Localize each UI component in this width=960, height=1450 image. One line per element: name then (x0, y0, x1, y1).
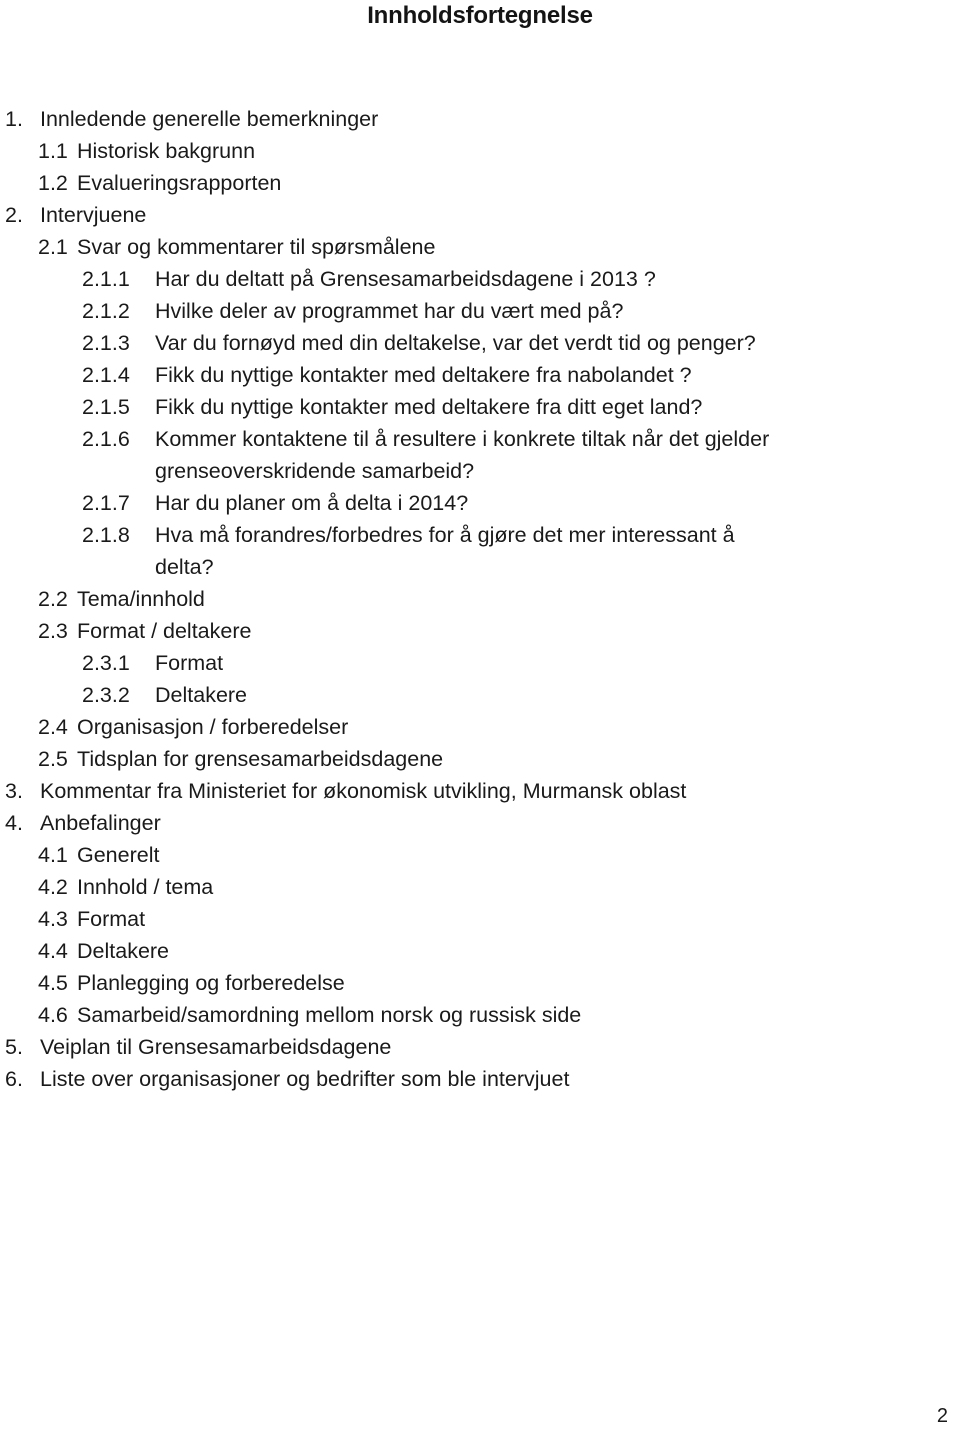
toc-entry-number: 2.1.5 (82, 395, 130, 419)
toc-entry[interactable]: 1.1 Historisk bakgrunn (0, 135, 960, 167)
toc-entry-number: 2.3.2 (82, 683, 130, 707)
toc-entry-label: Anbefalinger (40, 811, 161, 835)
toc-entry[interactable]: 2.4 Organisasjon / forberedelser (0, 711, 960, 743)
toc-entry-label: Tidsplan for grensesamarbeidsdagene (77, 747, 444, 771)
toc-entry[interactable]: 2.1.5 Fikk du nyttige kontakter med delta… (0, 391, 960, 423)
toc-entry[interactable]: 2.1.1 Har du deltatt på Grensesamarbeidsd… (0, 263, 960, 295)
toc-entry[interactable]: 4.2 Innhold / tema (0, 871, 960, 903)
toc-entry-label: Har du deltatt på Grensesamarbeidsdagene… (155, 267, 656, 291)
toc-entry-label: Var du fornøyd med din deltakelse, var d… (155, 331, 756, 355)
toc-entry-label: Planlegging og forberedelse (77, 971, 345, 995)
toc-entry[interactable]: 2.1.2 Hvilke deler av programmet har du v… (0, 295, 960, 327)
toc-entry-label: Liste over organisasjoner og bedrifter s… (40, 1067, 570, 1091)
toc-entry-number: 4.4 (38, 939, 68, 963)
toc-entry-label: Deltakere (77, 939, 170, 963)
toc-entry-label: Samarbeid/samordning mellom norsk og rus… (77, 1003, 582, 1027)
toc-entry[interactable]: 2.1.6 Kommer kontaktene til å resultere i… (0, 423, 960, 487)
toc-entry-label: Veiplan til Grensesamarbeidsdagene (40, 1035, 392, 1059)
toc-entry[interactable]: 3. Kommentar fra Ministeriet for økonomis… (0, 775, 960, 807)
toc-entry[interactable]: 2.3.1 Format (0, 647, 960, 679)
toc-entry[interactable]: 2.2 Tema/innhold (0, 583, 960, 615)
toc-entry-label: Fikk du nyttige kontakter med deltakere … (155, 395, 703, 419)
toc-entry-number: 2.1 (38, 235, 68, 259)
toc-entry-number: 5. (5, 1035, 23, 1059)
toc-entry-number: 2.1.3 (82, 331, 130, 355)
toc-entry[interactable]: 4. Anbefalinger (0, 807, 960, 839)
toc-entry[interactable]: 4.4 Deltakere (0, 935, 960, 967)
toc-entry[interactable]: 2.1.3 Var du fornøyd med din deltakelse, … (0, 327, 960, 359)
page-number: 2 (936, 1405, 948, 1427)
toc-entry-label: Deltakere (155, 683, 248, 707)
toc-entry[interactable]: 2.3.2 Deltakere (0, 679, 960, 711)
toc-entry[interactable]: 4.1 Generelt (0, 839, 960, 871)
toc-entry-number: 2.1.2 (82, 299, 130, 323)
toc-entry-number: 2.3.1 (82, 651, 130, 675)
toc-entry-number: 4.6 (38, 1003, 68, 1027)
toc-entry-number: 4. (5, 811, 23, 835)
toc-entry-number: 2.1.1 (82, 267, 130, 291)
toc-entry[interactable]: 2. Intervjuene (0, 199, 960, 231)
toc-entry[interactable]: 5. Veiplan til Grensesamarbeidsdagene (0, 1031, 960, 1063)
toc-entry[interactable]: 2.5 Tidsplan for grensesamarbeidsdagene (0, 743, 960, 775)
toc-entry-number: 1.2 (38, 171, 68, 195)
toc-entry[interactable]: 2.1.8 Hva må forandres/forbedres for å gj… (0, 519, 960, 583)
toc-entry-number: 2.3 (38, 619, 68, 643)
toc-entry-label: Tema/innhold (77, 587, 205, 611)
toc-entry-number: 1.1 (38, 139, 68, 163)
toc-entry[interactable]: 4.6 Samarbeid/samordning mellom norsk og … (0, 999, 960, 1031)
toc-entry-number: 2.5 (38, 747, 68, 771)
toc-entry-label: Innhold / tema (77, 875, 214, 899)
toc-entry[interactable]: 2.3 Format / deltakere (0, 615, 960, 647)
toc-entry-label: Format (77, 907, 146, 931)
toc-entry-number: 2. (5, 203, 23, 227)
toc-entry[interactable]: 1. Innledende generelle bemerkninger (0, 103, 960, 135)
page-title: Innholdsfortegnelse (367, 2, 593, 29)
toc-entry-number: 6. (5, 1067, 23, 1091)
toc-entry-label: Generelt (77, 843, 160, 867)
toc-entry-number: 2.1.6 (82, 427, 130, 451)
toc-entry-label: Fikk du nyttige kontakter med deltakere … (155, 363, 692, 387)
toc-entry-label: Svar og kommentarer til spørsmålene (77, 235, 436, 259)
toc-entry[interactable]: 4.5 Planlegging og forberedelse (0, 967, 960, 999)
toc-entry[interactable]: 6. Liste over organisasjoner og bedrifter… (0, 1063, 960, 1095)
toc-entry-number: 4.2 (38, 875, 68, 899)
table-of-contents: 1. Innledende generelle bemerkninger 1.1 Hi… (0, 103, 960, 1095)
toc-entry-number: 4.3 (38, 907, 68, 931)
toc-entry-label: Innledende generelle bemerkninger (40, 107, 379, 131)
toc-entry[interactable]: 2.1 Svar og kommentarer til spørsmålene (0, 231, 960, 263)
toc-entry-label: Hva må forandres/forbedres for å gjøre d… (155, 523, 735, 579)
toc-entry-label: Evalueringsrapporten (77, 171, 282, 195)
toc-entry[interactable]: 4.3 Format (0, 903, 960, 935)
toc-entry-label: Organisasjon / forberedelser (77, 715, 349, 739)
toc-entry-label: Intervjuene (40, 203, 147, 227)
toc-entry[interactable]: 2.1.7 Har du planer om å delta i 2014? (0, 487, 960, 519)
toc-entry[interactable]: 2.1.4 Fikk du nyttige kontakter med delta… (0, 359, 960, 391)
toc-entry-label: Kommentar fra Ministeriet for økonomisk … (40, 779, 687, 803)
document-page: Innholdsfortegnelse 1. Innledende generel… (0, 0, 960, 1450)
toc-entry-number: 4.1 (38, 843, 68, 867)
toc-entry-number: 2.4 (38, 715, 68, 739)
toc-entry-number: 2.1.7 (82, 491, 130, 515)
toc-entry-label: Format / deltakere (77, 619, 252, 643)
toc-entry-number: 2.2 (38, 587, 68, 611)
toc-entry-label: Hvilke deler av programmet har du vært m… (155, 299, 624, 323)
toc-entry-label: Historisk bakgrunn (77, 139, 256, 163)
toc-entry-label: Har du planer om å delta i 2014? (155, 491, 469, 515)
toc-entry-label: Kommer kontaktene til å resultere i konk… (155, 427, 770, 483)
toc-entry-number: 2.1.8 (82, 523, 130, 547)
toc-entry-number: 4.5 (38, 971, 68, 995)
toc-entry-number: 1. (5, 107, 23, 131)
toc-entry[interactable]: 1.2 Evalueringsrapporten (0, 167, 960, 199)
toc-entry-number: 2.1.4 (82, 363, 130, 387)
toc-entry-label: Format (155, 651, 224, 675)
toc-entry-number: 3. (5, 779, 23, 803)
